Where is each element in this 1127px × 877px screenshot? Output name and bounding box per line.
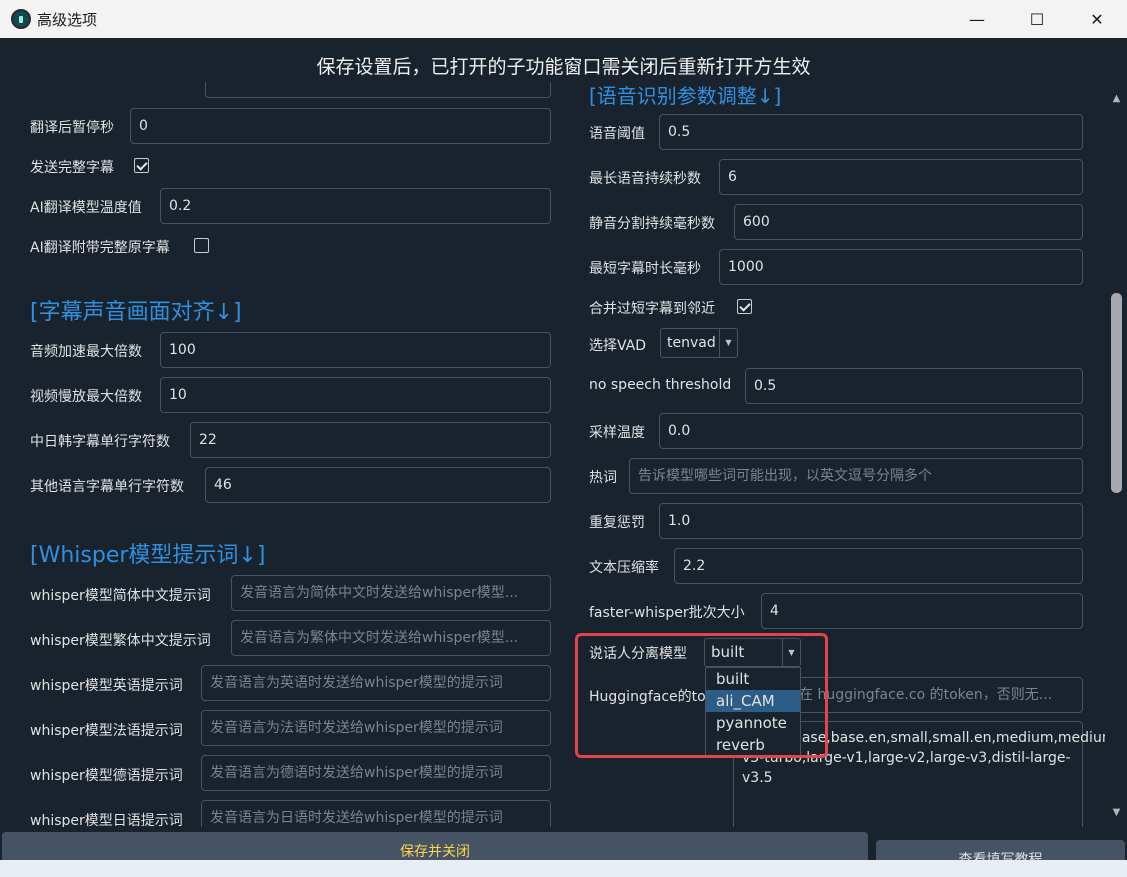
cjk-chars-input[interactable]: 22 [190,422,551,458]
prompt-fr-input[interactable]: 发音语言为法语时发送给whisper模型的提示词 [201,710,551,746]
hotword-input[interactable]: 告诉模型哪些词可能出现，以英文逗号分隔多个 [629,458,1083,494]
threshold-label: 语音阈值 [589,126,645,142]
prompt-zht-input[interactable]: 发音语言为繁体中文时发送给whisper模型... [231,620,551,656]
threshold-input[interactable]: 0.5 [659,114,1083,150]
vad-label: 选择VAD [589,338,647,354]
maximize-button[interactable]: ☐ [1007,0,1067,38]
prompt-zh-label: whisper模型简体中文提示词 [30,588,211,604]
send-full-checkbox[interactable] [134,158,149,173]
nospeech-label: no speech threshold [589,377,732,393]
minimize-button[interactable]: — [947,0,1007,38]
ai-temp-input[interactable]: 0.2 [160,188,551,224]
hotword-label: 热词 [589,470,617,486]
scroll-up-icon[interactable]: ▲ [1110,93,1123,105]
video-slow-input[interactable]: 10 [160,377,551,413]
compress-input[interactable]: 2.2 [674,548,1083,584]
repeat-label: 重复惩罚 [589,515,645,531]
prompt-de-label: whisper模型德语提示词 [30,768,183,784]
align-section-title: [字幕声音画面对齐↓] [30,300,242,325]
cjk-chars-label: 中日韩字幕单行字符数 [30,434,170,450]
asr-section-title: [语音识别参数调整↓] [589,84,782,108]
prev-field[interactable] [205,82,551,98]
whisper-section-title: [Whisper模型提示词↓] [30,543,266,568]
window-title: 高级选项 [37,11,98,29]
min-dur-input[interactable]: 1000 [719,249,1083,285]
compress-label: 文本压缩率 [589,560,659,576]
max-dur-label: 最长语音持续秒数 [589,171,701,187]
sample-temp-input[interactable]: 0.0 [659,413,1083,449]
min-dur-label: 最短字幕时长毫秒 [589,261,701,277]
vad-select[interactable]: tenvad ▼ [660,328,738,358]
ai-full-checkbox[interactable] [194,238,209,253]
silence-input[interactable]: 600 [734,204,1083,240]
batch-input[interactable]: 4 [761,593,1083,629]
max-dur-input[interactable]: 6 [719,159,1083,195]
vad-chevron-down-icon: ▼ [719,329,737,357]
save-close-button[interactable]: 保存并关闭 [2,832,868,862]
audio-speed-input[interactable]: 100 [160,332,551,368]
prompt-zht-label: whisper模型繁体中文提示词 [30,633,211,649]
scrollbar-thumb[interactable] [1111,293,1122,493]
other-chars-label: 其他语言字幕单行字符数 [30,479,184,495]
merge-label: 合并过短字幕到邻近 [589,301,715,317]
taskbar [0,860,1127,877]
merge-checkbox[interactable] [737,299,752,314]
prompt-ja-label: whisper模型日语提示词 [30,813,183,827]
restart-notice: 保存设置后，已打开的子功能窗口需关闭后重新打开方生效 [316,56,811,78]
app-icon [11,9,31,29]
hf-token-input[interactable]: 在 huggingface.co 的token，否则无... [790,677,1083,713]
prompt-zh-input[interactable]: 发音语言为简体中文时发送给whisper模型... [231,575,551,611]
send-full-label: 发送完整字幕 [30,160,114,176]
vad-select-value: tenvad [667,335,716,351]
video-slow-label: 视频慢放最大倍数 [30,389,142,405]
silence-label: 静音分割持续毫秒数 [589,216,715,232]
other-chars-input[interactable]: 46 [205,467,551,503]
prompt-ja-input[interactable]: 发音语言为日语时发送给whisper模型的提示词 [201,800,551,827]
highlight-box [575,633,828,758]
batch-label: faster-whisper批次大小 [589,605,745,621]
pause-label: 翻译后暂停秒 [30,120,114,136]
prompt-de-input[interactable]: 发音语言为德语时发送给whisper模型的提示词 [201,755,551,791]
ai-full-label: AI翻译附带完整原字幕 [30,240,170,256]
scroll-down-icon[interactable]: ▼ [1110,807,1123,819]
prompt-en-input[interactable]: 发音语言为英语时发送给whisper模型的提示词 [201,665,551,701]
vertical-scrollbar[interactable]: ▲ ▼ [1108,93,1125,820]
sample-temp-label: 采样温度 [589,425,645,441]
prompt-en-label: whisper模型英语提示词 [30,678,183,694]
pause-input[interactable]: 0 [130,108,551,144]
repeat-input[interactable]: 1.0 [659,503,1083,539]
ai-temp-label: AI翻译模型温度值 [30,200,142,216]
prompt-fr-label: whisper模型法语提示词 [30,723,183,739]
close-button[interactable]: ✕ [1067,0,1127,38]
window-titlebar: 高级选项 — ☐ ✕ [0,0,1127,38]
nospeech-input[interactable]: 0.5 [745,368,1083,404]
audio-speed-label: 音频加速最大倍数 [30,344,142,360]
left-panel: 翻译后暂停秒 0 发送完整字幕 AI翻译模型温度值 0.2 AI翻译附带完整原字… [0,82,560,827]
